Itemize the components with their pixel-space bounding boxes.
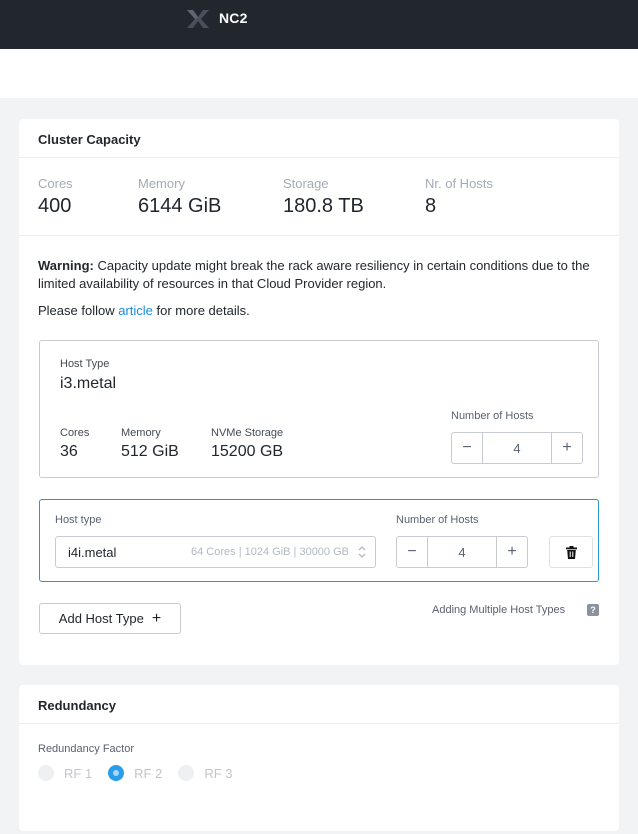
help-icon[interactable]: ?	[587, 604, 599, 616]
stat-value: 180.8 TB	[283, 195, 364, 217]
trash-icon	[565, 545, 577, 559]
top-bar: NC2	[0, 0, 638, 49]
new-hosts-stepper: − 4 +	[396, 536, 528, 568]
rf-option-2[interactable]: RF 2	[108, 765, 162, 781]
stat-memory: Memory 6144 GiB	[138, 176, 221, 218]
increment-button[interactable]: +	[552, 433, 582, 463]
follow-article-text: Please follow article for more details.	[38, 303, 250, 318]
decrement-button[interactable]: −	[452, 433, 482, 463]
host-type-value: i3.metal	[60, 375, 117, 392]
decrement-button[interactable]: −	[397, 537, 427, 567]
plus-icon: +	[151, 609, 162, 627]
sub-header	[0, 49, 638, 98]
radio-selected[interactable]	[108, 765, 125, 781]
warning-message: Warning: Capacity update might break the…	[38, 257, 598, 293]
add-host-type-button[interactable]: Add Host Type +	[39, 603, 181, 634]
article-link[interactable]: article	[118, 303, 153, 318]
rf-label: RF 3	[204, 765, 233, 781]
stat-storage: Storage 180.8 TB	[283, 176, 364, 218]
stat-hosts: Nr. of Hosts 8	[425, 176, 493, 218]
spec-value: 36	[60, 443, 78, 460]
capacity-stats: Cores 400 Memory 6144 GiB Storage 180.8 …	[19, 159, 619, 236]
redundancy-factor-label: Redundancy Factor	[38, 743, 134, 755]
cluster-capacity-card: Cluster Capacity Cores 400 Memory 6144 G…	[19, 119, 619, 665]
rf-label: RF 2	[134, 765, 163, 781]
rf-option-3[interactable]: RF 3	[178, 765, 233, 781]
stat-value: 400	[38, 195, 72, 217]
stat-label: Storage	[283, 176, 329, 191]
spec-label: NVMe Storage	[211, 427, 284, 439]
selected-host-type: i4i.metal	[68, 545, 117, 560]
host-type-label: Host type	[55, 514, 102, 526]
spec-label: Cores	[60, 427, 90, 439]
hosts-count-input[interactable]: 4	[427, 537, 497, 567]
spec-value: 512 GiB	[121, 443, 179, 460]
select-arrows-icon	[358, 546, 366, 558]
stat-value: 8	[425, 195, 437, 217]
existing-hosts-stepper: − 4 +	[451, 432, 583, 464]
increment-button[interactable]: +	[497, 537, 527, 567]
radio-unselected[interactable]	[38, 765, 54, 781]
existing-host-type-box: Host Type i3.metal Cores 36 Memory 512 G…	[39, 340, 599, 478]
spec-label: Memory	[121, 427, 161, 439]
adding-multiple-host-types-link[interactable]: Adding Multiple Host Types	[432, 604, 565, 616]
host-type-label: Host Type	[60, 358, 110, 370]
hosts-count-input[interactable]: 4	[482, 433, 552, 463]
delete-host-type-button[interactable]	[549, 536, 593, 568]
stat-value: 6144 GiB	[138, 195, 222, 217]
warning-text: Capacity update might break the rack awa…	[38, 258, 590, 291]
rf-label: RF 1	[64, 765, 93, 781]
radio-unselected[interactable]	[178, 765, 195, 781]
number-of-hosts-label: Number of Hosts	[451, 410, 534, 422]
follow-suffix: for more details.	[152, 303, 250, 318]
follow-prefix: Please follow	[38, 303, 119, 318]
nutanix-logo-icon	[187, 10, 209, 28]
redundancy-card: Redundancy Redundancy Factor RF 1 RF 2 R…	[19, 685, 619, 831]
rf-option-1[interactable]: RF 1	[38, 765, 92, 781]
spec-value: 15200 GB	[211, 443, 284, 460]
number-of-hosts-label: Number of Hosts	[396, 514, 479, 526]
stat-label: Cores	[38, 176, 73, 191]
cluster-capacity-title: Cluster Capacity	[19, 119, 619, 158]
add-host-type-label: Add Host Type	[58, 611, 144, 626]
app-title: NC2	[219, 10, 248, 26]
warning-prefix: Warning:	[38, 258, 94, 273]
stat-cores: Cores 400	[38, 176, 73, 218]
new-host-type-box: Host type i4i.metal 64 Cores | 1024 GiB …	[39, 499, 599, 582]
stat-label: Nr. of Hosts	[425, 176, 493, 191]
stat-label: Memory	[138, 176, 185, 191]
redundancy-title: Redundancy	[19, 685, 619, 724]
host-type-select[interactable]: i4i.metal 64 Cores | 1024 GiB | 30000 GB	[55, 536, 376, 568]
selected-host-specs: 64 Cores | 1024 GiB | 30000 GB	[191, 546, 349, 558]
redundancy-factor-radio-group: RF 1 RF 2 RF 3	[38, 765, 249, 781]
